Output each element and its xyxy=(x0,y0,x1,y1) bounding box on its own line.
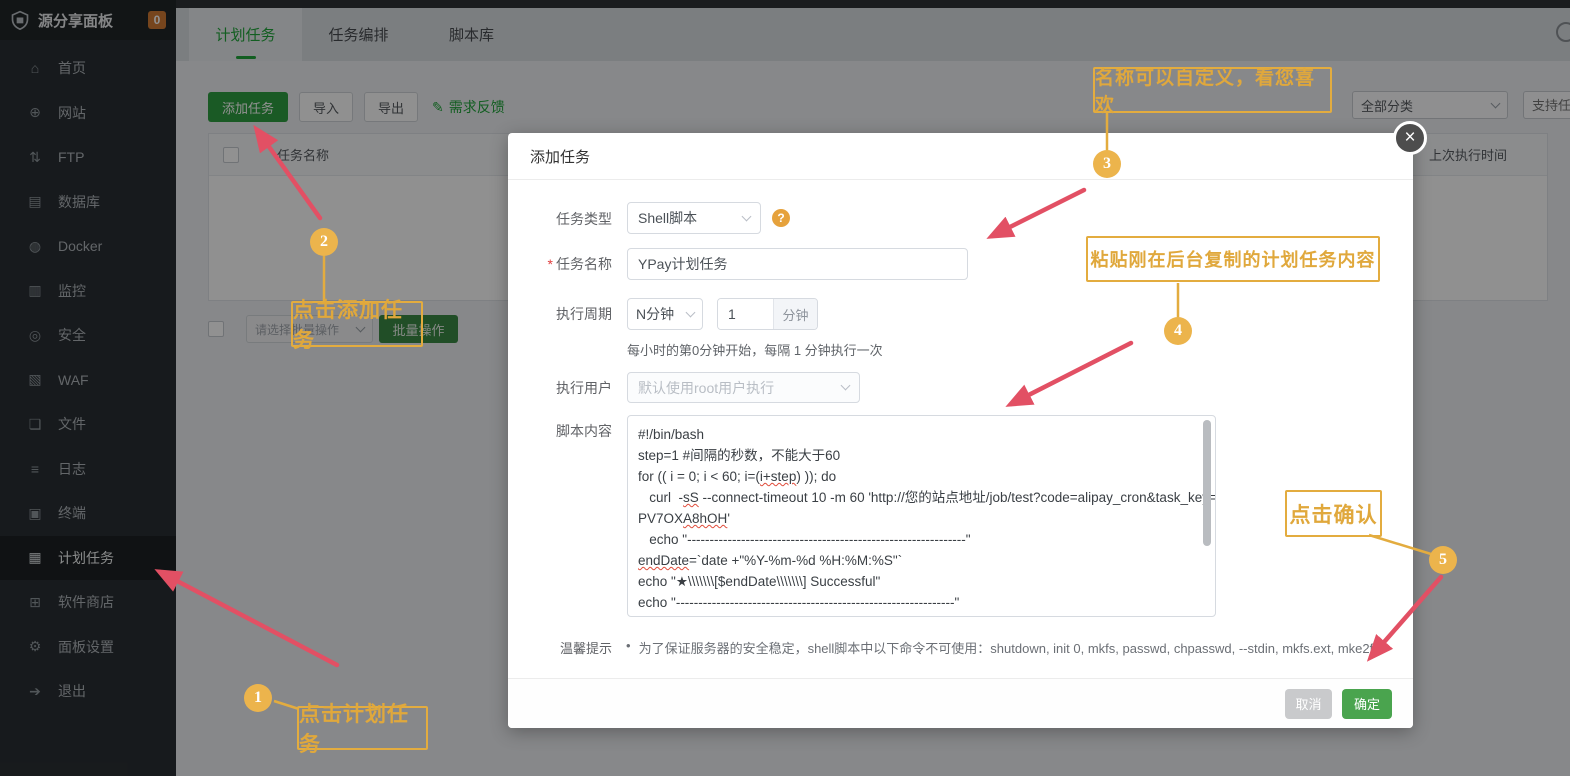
callout-click-cron: 点击计划任务 xyxy=(297,703,428,756)
cycle-value-field: 1 分钟 xyxy=(717,298,818,330)
callout-custom-name: 名称可以自定义，看您喜欢 xyxy=(1093,67,1332,116)
chevron-down-icon xyxy=(840,380,851,391)
script-line: for (( i = 0; i < 60; i=(i+step) )); do xyxy=(638,469,837,484)
script-line: echo "----------------------------------… xyxy=(638,532,971,547)
script-line: curl -sS --connect-timeout 10 -m 60 'htt… xyxy=(638,490,1216,505)
script-content-label: 脚本内容 xyxy=(556,423,612,439)
screen: 源分享面板 0 ⌂ 首页 ⊕ 网站 ⇅ FTP ▤ 数据库 ◍ Docker ▥ 监控 ◎ 安… xyxy=(0,0,1570,776)
cycle-type-select[interactable]: N分钟 xyxy=(627,298,703,330)
step-badge-4: 4 xyxy=(1164,317,1192,345)
help-icon[interactable]: ? xyxy=(772,209,790,227)
add-task-dialog: × 添加任务 任务类型 Shell脚本 ? *任务名称 执行周期 N分钟 1 分… xyxy=(508,121,1427,728)
callout-click-add-task: 点击添加任务 xyxy=(291,299,423,352)
cancel-button[interactable]: 取消 xyxy=(1285,688,1332,719)
cycle-unit-suffix: 分钟 xyxy=(773,299,817,329)
task-name-input[interactable] xyxy=(627,248,968,280)
chevron-down-icon xyxy=(741,211,752,221)
task-type-select[interactable]: Shell脚本 xyxy=(627,202,761,234)
chevron-down-icon xyxy=(685,307,696,317)
scrollbar-thumb[interactable] xyxy=(1203,420,1211,546)
script-line: sleep $step xyxy=(638,613,1197,616)
script-line: echo "★\\\\\\\[$endDate\\\\\\\] Successf… xyxy=(638,574,881,589)
step-badge-5: 5 xyxy=(1429,546,1457,574)
script-line: PV7OXA8hOH' xyxy=(638,511,730,526)
required-asterisk: * xyxy=(547,256,553,272)
callout-paste-content: 粘贴刚在后台复制的计划任务内容 xyxy=(1086,236,1380,282)
task-name-label: * 任务名称 xyxy=(547,256,612,272)
task-type-label: 任务类型 xyxy=(556,211,612,227)
dialog-title: 添加任务 xyxy=(508,133,1413,180)
script-line: endDate=`date +"%Y-%m-%d %H:%M:%S"` xyxy=(638,553,903,568)
tip-row: 温馨提示 • 为了保证服务器的安全稳定，shell脚本中以下命令不可使用：shu… xyxy=(508,638,1413,657)
callout-click-confirm: 点击确认 xyxy=(1285,490,1382,537)
script-content-textarea[interactable]: #!/bin/bash step=1 #间隔的秒数，不能大于60 for (( i … xyxy=(627,415,1216,617)
script-text: #!/bin/bash step=1 #间隔的秒数，不能大于60 for (( i … xyxy=(638,424,1216,616)
cycle-hint: 每小时的第0分钟开始，每隔 1 分钟执行一次 xyxy=(627,343,883,358)
close-icon[interactable]: × xyxy=(1393,121,1427,155)
script-line: #!/bin/bash xyxy=(638,427,705,442)
cycle-label: 执行周期 xyxy=(556,306,612,322)
run-user-label: 执行用户 xyxy=(556,380,612,396)
step-badge-2: 2 xyxy=(310,228,338,256)
tip-text: 为了保证服务器的安全稳定，shell脚本中以下命令不可使用：shutdown, … xyxy=(638,641,1380,656)
step-badge-1: 1 xyxy=(244,684,272,712)
tip-label: 温馨提示 xyxy=(559,641,612,656)
dialog-footer: 取消 确定 xyxy=(508,678,1413,728)
run-user-select[interactable]: 默认使用root用户执行 xyxy=(627,372,860,403)
script-line: echo "----------------------------------… xyxy=(638,595,960,610)
bullet-icon: • xyxy=(626,638,631,653)
confirm-button[interactable]: 确定 xyxy=(1342,688,1392,719)
script-line: step=1 #间隔的秒数，不能大于60 xyxy=(638,448,841,463)
cycle-value-input[interactable]: 1 xyxy=(718,299,773,329)
step-badge-3: 3 xyxy=(1093,150,1121,178)
